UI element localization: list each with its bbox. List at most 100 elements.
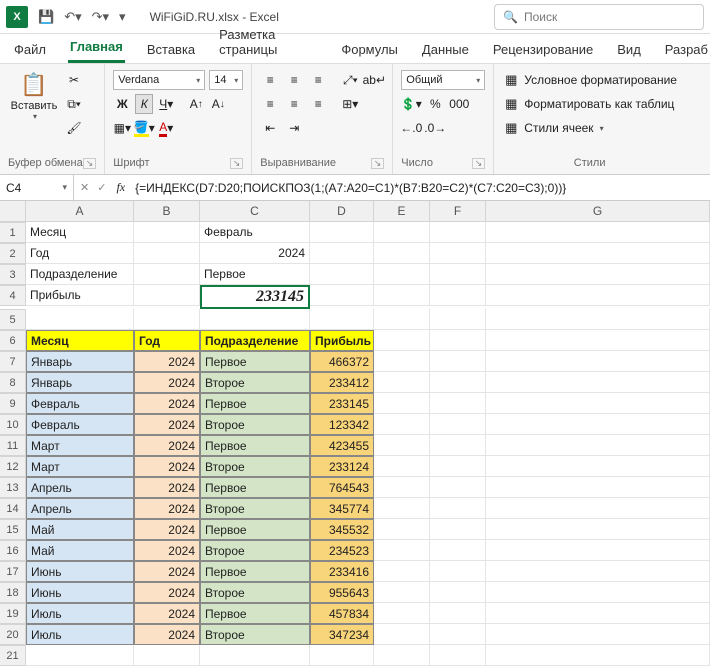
cell[interactable]: Февраль	[200, 222, 310, 243]
table-cell[interactable]: 2024	[134, 414, 200, 435]
conditional-formatting-button[interactable]: ▦Условное форматирование	[502, 70, 677, 90]
align-left-button[interactable]: ≡	[260, 94, 280, 114]
cell[interactable]	[374, 309, 430, 330]
orientation-button[interactable]: ⤢▾	[340, 70, 360, 90]
row-header[interactable]: 18	[0, 582, 26, 603]
table-cell[interactable]: Март	[26, 456, 134, 477]
tab-view[interactable]: Вид	[615, 36, 643, 63]
cell[interactable]	[430, 393, 486, 414]
cell[interactable]	[486, 414, 710, 435]
cell[interactable]	[486, 519, 710, 540]
row-header[interactable]: 15	[0, 519, 26, 540]
cell[interactable]	[310, 222, 374, 243]
table-cell[interactable]: Первое	[200, 351, 310, 372]
redo-icon[interactable]: ↷▾	[92, 9, 109, 25]
row-header[interactable]: 13	[0, 477, 26, 498]
align-top-button[interactable]: ≡	[260, 70, 280, 90]
cell[interactable]	[310, 264, 374, 285]
cancel-formula-icon[interactable]: ✕	[80, 181, 89, 194]
cell[interactable]: Месяц	[26, 222, 134, 243]
font-color-button[interactable]: A▾	[157, 118, 175, 138]
cell[interactable]	[374, 243, 430, 264]
cell[interactable]	[374, 264, 430, 285]
table-cell[interactable]: Февраль	[26, 393, 134, 414]
table-cell[interactable]: Второе	[200, 414, 310, 435]
cell[interactable]	[310, 243, 374, 264]
cell[interactable]	[374, 624, 430, 645]
table-cell[interactable]: 2024	[134, 372, 200, 393]
tab-formulas[interactable]: Формулы	[339, 36, 400, 63]
table-cell[interactable]: 423455	[310, 435, 374, 456]
tab-dev[interactable]: Разраб	[663, 36, 710, 63]
bold-button[interactable]: Ж	[113, 94, 131, 114]
table-cell[interactable]: 233124	[310, 456, 374, 477]
table-header[interactable]: Подразделение	[200, 330, 310, 351]
table-cell[interactable]: Март	[26, 435, 134, 456]
cell[interactable]	[134, 309, 200, 330]
tab-layout[interactable]: Разметка страницы	[217, 21, 319, 63]
table-cell[interactable]: Второе	[200, 540, 310, 561]
cell[interactable]	[430, 222, 486, 243]
dialog-launcher-icon[interactable]: ↘	[83, 158, 97, 169]
table-cell[interactable]: 2024	[134, 477, 200, 498]
save-icon[interactable]: 💾	[38, 9, 54, 25]
row-header[interactable]: 2	[0, 243, 26, 264]
cell[interactable]	[374, 285, 430, 306]
decrease-font-button[interactable]: A↓	[209, 94, 227, 114]
cell[interactable]	[134, 285, 200, 306]
cell[interactable]	[430, 264, 486, 285]
table-cell[interactable]: Январь	[26, 372, 134, 393]
cell[interactable]	[26, 309, 134, 330]
cell[interactable]	[374, 456, 430, 477]
table-cell[interactable]: Первое	[200, 393, 310, 414]
table-cell[interactable]: Май	[26, 519, 134, 540]
cell[interactable]	[486, 285, 710, 306]
cell[interactable]	[134, 264, 200, 285]
cell[interactable]	[374, 540, 430, 561]
table-cell[interactable]: Второе	[200, 372, 310, 393]
row-header[interactable]: 1	[0, 222, 26, 243]
cell[interactable]	[430, 309, 486, 330]
cell[interactable]: Год	[26, 243, 134, 264]
row-header[interactable]: 20	[0, 624, 26, 645]
table-cell[interactable]: Первое	[200, 561, 310, 582]
cell[interactable]	[374, 477, 430, 498]
table-cell[interactable]: Февраль	[26, 414, 134, 435]
dialog-launcher-icon[interactable]: ↘	[371, 158, 385, 169]
cell[interactable]: Первое	[200, 264, 310, 285]
table-cell[interactable]: Июль	[26, 624, 134, 645]
table-cell[interactable]: 2024	[134, 393, 200, 414]
cell[interactable]: 2024	[200, 243, 310, 264]
spreadsheet-grid[interactable]: 1МесяцФевраль2Год20243ПодразделениеПерво…	[0, 222, 710, 666]
table-cell[interactable]: 457834	[310, 603, 374, 624]
font-name-select[interactable]: Verdana▾	[113, 70, 205, 90]
table-cell[interactable]: Первое	[200, 477, 310, 498]
increase-font-button[interactable]: A↑	[187, 94, 205, 114]
cell[interactable]	[310, 285, 374, 306]
cell[interactable]	[430, 243, 486, 264]
table-cell[interactable]: 345532	[310, 519, 374, 540]
cell[interactable]	[374, 414, 430, 435]
table-cell[interactable]: Май	[26, 540, 134, 561]
copy-button[interactable]: ⧉▾	[64, 94, 84, 114]
cell[interactable]	[430, 285, 486, 306]
dialog-launcher-icon[interactable]: ↘	[472, 158, 486, 169]
cell[interactable]	[374, 351, 430, 372]
fx-icon[interactable]: fx	[116, 180, 125, 195]
table-cell[interactable]: 2024	[134, 540, 200, 561]
table-header[interactable]: Месяц	[26, 330, 134, 351]
active-cell[interactable]: 233145	[200, 285, 310, 309]
table-cell[interactable]: Второе	[200, 624, 310, 645]
tab-file[interactable]: Файл	[12, 36, 48, 63]
decrease-decimal-button[interactable]: .0→	[425, 118, 445, 138]
search-input[interactable]: 🔍 Поиск	[494, 4, 704, 30]
cell[interactable]	[486, 456, 710, 477]
cell[interactable]	[430, 540, 486, 561]
align-center-button[interactable]: ≡	[284, 94, 304, 114]
cell[interactable]	[134, 222, 200, 243]
table-cell[interactable]: 2024	[134, 456, 200, 477]
cell[interactable]	[430, 603, 486, 624]
cell[interactable]: Прибыль	[26, 285, 134, 306]
table-cell[interactable]: 233145	[310, 393, 374, 414]
cell[interactable]	[374, 372, 430, 393]
